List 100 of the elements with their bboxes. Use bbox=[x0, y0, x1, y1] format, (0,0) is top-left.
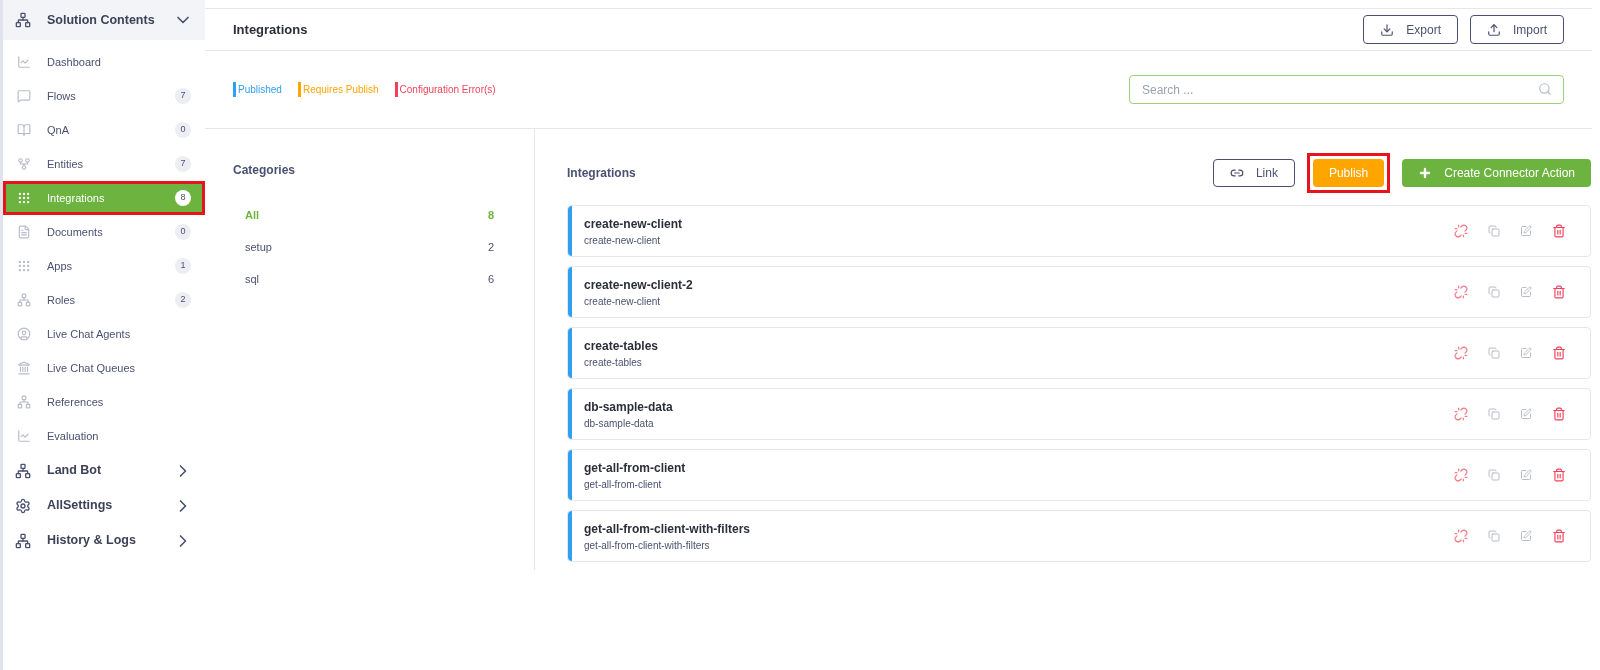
integration-name: create-new-client bbox=[584, 215, 684, 233]
integration-card[interactable]: get-all-from-client-with-filters get-all-from-client-with-filters bbox=[567, 510, 1591, 562]
section-title: Integrations bbox=[567, 165, 637, 182]
integration-card[interactable]: get-all-from-client get-all-from-client bbox=[567, 449, 1591, 501]
item-label: References bbox=[47, 394, 105, 410]
integration-subtitle: create-new-client bbox=[584, 233, 662, 248]
count-badge: 2 bbox=[175, 292, 191, 308]
category-item[interactable]: sql 6 bbox=[233, 263, 506, 295]
trash-icon[interactable] bbox=[1552, 224, 1566, 238]
sidebar-item[interactable]: Documents 0 bbox=[3, 215, 205, 249]
hierarchy-icon bbox=[15, 12, 31, 28]
trash-icon[interactable] bbox=[1552, 346, 1566, 360]
legend-item: Requires Publish bbox=[297, 82, 379, 97]
sidebar-item[interactable]: QnA 0 bbox=[3, 113, 205, 147]
chart-icon bbox=[17, 55, 31, 69]
unlink-icon[interactable] bbox=[1454, 346, 1468, 360]
count-badge: 7 bbox=[175, 88, 191, 104]
integration-name: get-all-from-client bbox=[584, 459, 687, 477]
item-label: QnA bbox=[47, 122, 70, 138]
integration-subtitle: create-tables bbox=[584, 355, 643, 370]
item-label: Live Chat Queues bbox=[47, 360, 137, 376]
link-icon bbox=[1229, 166, 1244, 180]
sidebar-item[interactable]: Apps 1 bbox=[3, 249, 205, 283]
edit-icon[interactable] bbox=[1520, 530, 1532, 542]
copy-icon[interactable] bbox=[1488, 225, 1500, 237]
item-label: Flows bbox=[47, 88, 77, 104]
categories-title: Categories bbox=[233, 162, 297, 179]
header-button[interactable]: Import bbox=[1470, 15, 1564, 44]
sidebar-item[interactable]: Flows 7 bbox=[3, 79, 205, 113]
trash-icon[interactable] bbox=[1552, 285, 1566, 299]
section-title: AllSettings bbox=[47, 497, 114, 515]
sidebar-item[interactable]: Live Chat Agents bbox=[3, 317, 205, 351]
hierarchy-icon bbox=[17, 395, 31, 409]
search-field[interactable]: Search ... bbox=[1129, 75, 1564, 104]
unlink-icon[interactable] bbox=[1454, 285, 1468, 299]
plus-icon bbox=[1418, 166, 1433, 180]
dots-grid-icon bbox=[17, 259, 31, 273]
integration-card[interactable]: create-new-client-2 create-new-client bbox=[567, 266, 1591, 318]
legend-item: Configuration Error(s) bbox=[394, 82, 496, 97]
hierarchy-icon bbox=[15, 462, 31, 479]
integration-subtitle: get-all-from-client bbox=[584, 477, 663, 492]
sidebar-item[interactable]: Integrations 8 bbox=[3, 181, 205, 215]
hierarchy-icon bbox=[17, 293, 31, 307]
category-item[interactable]: setup 2 bbox=[233, 231, 506, 263]
edit-icon[interactable] bbox=[1520, 408, 1532, 420]
sidebar-item[interactable]: References bbox=[3, 385, 205, 419]
building-icon bbox=[17, 361, 31, 375]
integration-name: get-all-from-client-with-filters bbox=[584, 520, 751, 538]
upload-icon bbox=[1487, 22, 1501, 37]
integration-subtitle: db-sample-data bbox=[584, 416, 655, 431]
edit-icon[interactable] bbox=[1520, 286, 1532, 298]
page-title: Integrations bbox=[233, 20, 309, 39]
sidebar-item[interactable]: Dashboard bbox=[3, 45, 205, 79]
unlink-icon[interactable] bbox=[1454, 407, 1468, 421]
trash-icon[interactable] bbox=[1552, 407, 1566, 421]
count-badge: 0 bbox=[175, 122, 191, 138]
sidebar-item[interactable]: Entities 7 bbox=[3, 147, 205, 181]
copy-icon[interactable] bbox=[1488, 286, 1500, 298]
unlink-icon[interactable] bbox=[1454, 468, 1468, 482]
edit-icon[interactable] bbox=[1520, 469, 1532, 481]
count-badge: 8 bbox=[175, 190, 191, 206]
copy-icon[interactable] bbox=[1488, 530, 1500, 542]
unlink-icon[interactable] bbox=[1454, 529, 1468, 543]
sidebar-section-header[interactable]: History & Logs bbox=[3, 523, 205, 558]
edit-icon[interactable] bbox=[1520, 347, 1532, 359]
count-badge: 1 bbox=[175, 258, 191, 274]
integration-subtitle: get-all-from-client-with-filters bbox=[584, 538, 711, 553]
legend-item: Published bbox=[233, 82, 282, 97]
header-button[interactable]: Export bbox=[1363, 15, 1458, 44]
item-label: Dashboard bbox=[47, 54, 102, 70]
integration-name: create-new-client-2 bbox=[584, 276, 694, 294]
user-icon bbox=[17, 327, 31, 341]
sidebar-item[interactable]: Evaluation bbox=[3, 419, 205, 453]
section-title: Land Bot bbox=[47, 462, 103, 480]
hierarchy-icon bbox=[15, 532, 31, 549]
integration-card[interactable]: create-new-client create-new-client bbox=[567, 205, 1591, 257]
sidebar-item[interactable]: Live Chat Queues bbox=[3, 351, 205, 385]
unlink-icon[interactable] bbox=[1454, 224, 1468, 238]
action-button[interactable]: Link bbox=[1212, 159, 1295, 187]
document-icon bbox=[17, 225, 31, 239]
copy-icon[interactable] bbox=[1488, 469, 1500, 481]
integration-name: create-tables bbox=[584, 337, 660, 355]
item-label: Roles bbox=[47, 292, 77, 308]
trash-icon[interactable] bbox=[1552, 468, 1566, 482]
sidebar-section-header[interactable]: Land Bot bbox=[3, 453, 205, 488]
trash-icon[interactable] bbox=[1552, 529, 1566, 543]
integration-card[interactable]: create-tables create-tables bbox=[567, 327, 1591, 379]
sidebar-section-header[interactable]: AllSettings bbox=[3, 488, 205, 523]
item-label: Integrations bbox=[47, 190, 106, 206]
copy-icon[interactable] bbox=[1488, 408, 1500, 420]
sidebar-section-header[interactable]: Solution Contents bbox=[3, 0, 205, 40]
chat-icon bbox=[17, 89, 31, 103]
sidebar-item[interactable]: Roles 2 bbox=[3, 283, 205, 317]
count-badge: 0 bbox=[175, 224, 191, 240]
chart-icon bbox=[17, 429, 31, 443]
integration-card[interactable]: db-sample-data db-sample-data bbox=[567, 388, 1591, 440]
book-icon bbox=[17, 123, 31, 137]
item-label: Evaluation bbox=[47, 428, 100, 444]
copy-icon[interactable] bbox=[1488, 347, 1500, 359]
edit-icon[interactable] bbox=[1520, 225, 1532, 237]
